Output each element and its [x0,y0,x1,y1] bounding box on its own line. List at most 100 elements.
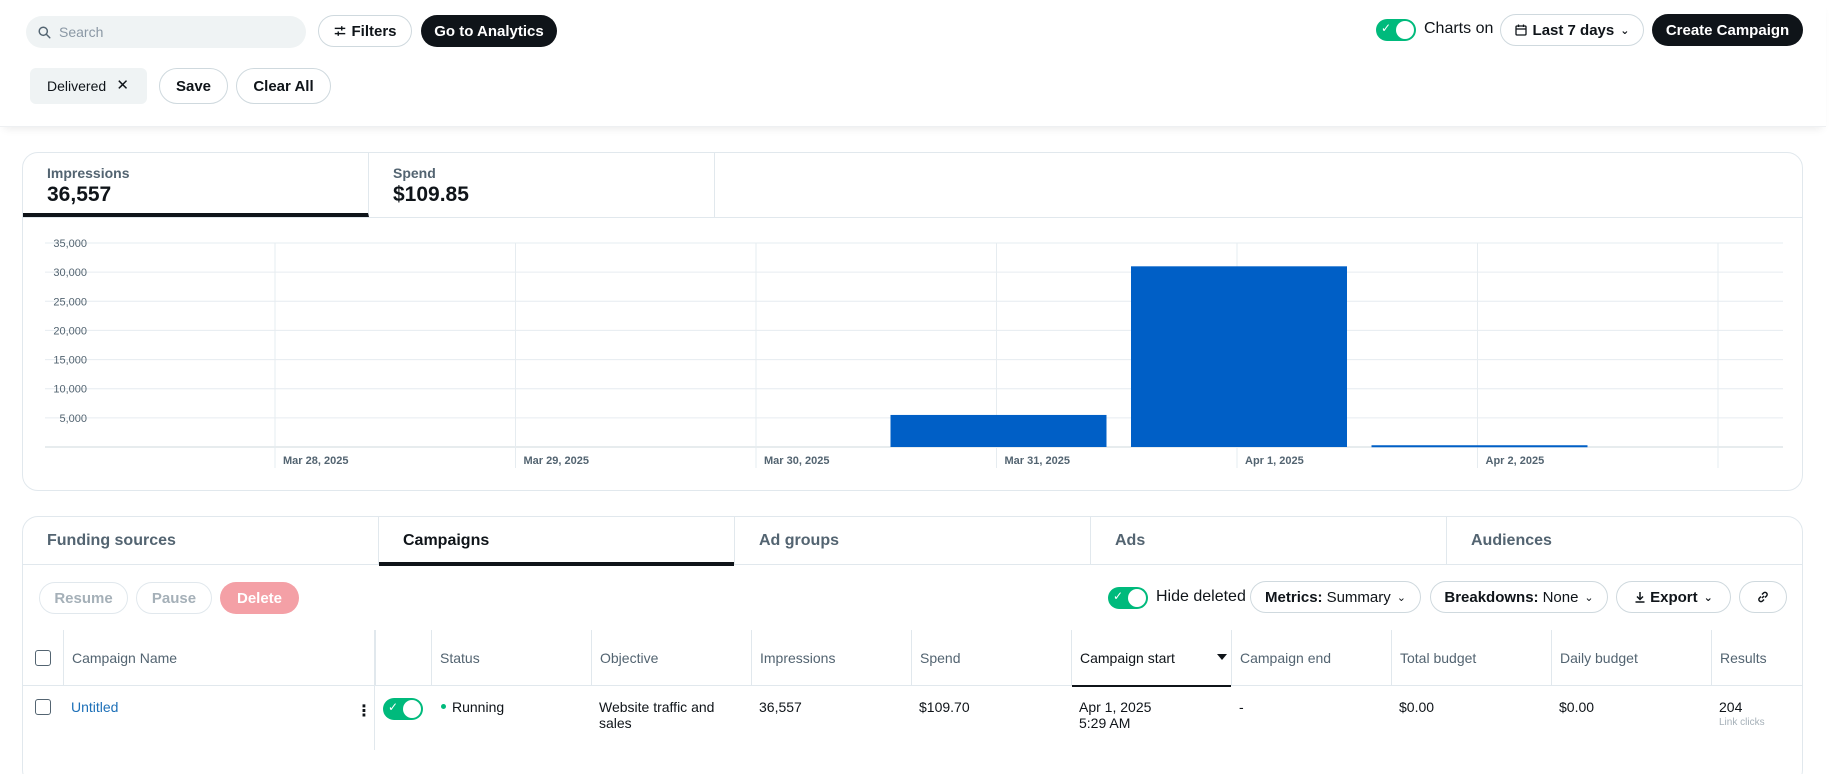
select-all-checkbox[interactable] [35,650,51,666]
row-checkbox[interactable] [35,699,51,715]
chevron-down-icon: ⌄ [1620,24,1630,37]
search-icon [38,25,51,39]
clear-all-button[interactable]: Clear All [236,68,331,104]
column-header-campaign-name[interactable]: Campaign Name [63,630,375,686]
y-tick-label: 25,000 [53,296,87,308]
status-cell: Running [433,687,504,715]
data-bar [1131,266,1347,447]
breakdowns-key: Breakdowns: [1444,588,1539,606]
objective-cell: Website traffic and sales [591,687,714,731]
column-header-daily-budget[interactable]: Daily budget [1551,630,1711,686]
column-header-campaign-start[interactable]: Campaign start [1071,630,1231,687]
date-range-label: Last 7 days [1532,21,1615,39]
hide-deleted-toggle[interactable]: ✓ [1108,587,1148,609]
breakdowns-value: None [1542,588,1579,606]
results-sublabel: Link clicks [1719,717,1765,728]
total-budget-cell: $0.00 [1399,699,1435,715]
objective-line: Website traffic and [599,699,715,715]
column-header-objective[interactable]: Objective [591,630,751,686]
resume-button[interactable]: Resume [39,582,128,614]
entity-tabs: Funding sources Campaigns Ad groups Ads … [23,517,1802,566]
column-header-spend[interactable]: Spend [911,630,1071,686]
column-header-label: Campaign start [1080,650,1175,666]
metrics-key: Metrics: [1265,588,1323,606]
column-header-campaign-end[interactable]: Campaign end [1231,630,1391,686]
table-header: Campaign Name Status Objective Impressio… [23,630,1802,687]
data-bar [1371,445,1588,448]
delete-button[interactable]: Delete [220,582,299,614]
chevron-down-icon: ⌄ [1396,591,1406,604]
x-tick-label: Mar 28, 2025 [283,455,348,467]
go-to-analytics-button[interactable]: Go to Analytics [421,15,557,47]
search-box[interactable] [26,16,306,48]
date-range-button[interactable]: Last 7 days ⌄ [1500,14,1644,46]
metrics-chart-card: Impressions 36,557 Spend $109.85 5,000 10… [22,152,1803,491]
breakdowns-dropdown[interactable]: Breakdowns: None ⌄ [1430,581,1608,613]
campaign-active-toggle[interactable]: ✓ [383,698,423,720]
y-tick-label: 15,000 [53,355,87,367]
top-toolbar: Filters Go to Analytics ✓ Charts on Last… [0,0,1826,127]
hide-deleted-label: Hide deleted [1156,588,1246,605]
copy-link-button[interactable] [1739,581,1787,613]
status-dot-icon [441,704,446,709]
chevron-down-icon: ⌄ [1584,591,1594,604]
results-value: 204 [1719,699,1743,715]
tab-audiences[interactable]: Audiences [1447,517,1802,565]
campaigns-table-card: Funding sources Campaigns Ad groups Ads … [22,516,1803,774]
export-label: Export [1650,588,1698,606]
data-bar [890,414,1107,447]
export-dropdown[interactable]: Export ⌄ [1616,581,1731,613]
toggle-knob [1128,589,1146,607]
y-tick-label: 35,000 [53,238,87,250]
objective-line: sales [599,715,632,731]
filters-label: Filters [351,22,397,40]
x-tick-label: Apr 2, 2025 [1486,455,1545,467]
filter-chip-label: Delivered [47,78,107,94]
tab-ads[interactable]: Ads [1091,517,1447,565]
x-tick-label: Apr 1, 2025 [1245,455,1304,467]
start-date: Apr 1, 2025 [1079,699,1152,715]
tab-campaigns[interactable]: Campaigns [379,517,735,566]
start-time: 5:29 AM [1079,715,1131,731]
column-header-impressions[interactable]: Impressions [751,630,911,686]
toggle-knob [403,700,421,718]
y-tick-label: 30,000 [53,267,87,279]
download-icon [1635,592,1645,603]
daily-budget-cell: $0.00 [1559,699,1595,715]
table-row: Untitled Running Website traffic and sal… [23,687,1802,747]
column-header-total-budget[interactable]: Total budget [1391,630,1551,686]
campaign-start-cell: Apr 1, 2025 5:29 AM [1071,687,1151,731]
campaign-name-link[interactable]: Untitled [63,687,118,715]
x-tick-label: Mar 29, 2025 [524,455,589,467]
toggle-knob [1396,21,1414,39]
y-tick-label: 5,000 [59,413,87,425]
pause-button[interactable]: Pause [136,582,212,614]
impressions-bar-chart: 5,000 10,000 15,000 20,000 25,000 30,000 35,00… [45,238,1783,468]
filter-chip-delivered: Delivered ✕ [30,68,147,104]
column-header-results[interactable]: Results [1711,630,1802,686]
save-button[interactable]: Save [159,68,228,104]
tab-ad-groups[interactable]: Ad groups [735,517,1091,565]
metrics-dropdown[interactable]: Metrics: Summary ⌄ [1250,581,1421,613]
charts-label: Charts on [1424,20,1494,37]
results-cell: 204 Link clicks [1711,687,1765,731]
impressions-cell: 36,557 [759,699,802,715]
calendar-icon [1514,24,1527,36]
x-tick-label: Mar 30, 2025 [764,455,829,467]
filters-button[interactable]: Filters [318,15,412,47]
more-options-icon[interactable]: ⋮ [356,701,372,721]
search-input[interactable] [59,24,279,40]
charts-toggle[interactable]: ✓ [1376,19,1416,41]
link-icon [1758,591,1768,603]
y-tick-label: 20,000 [53,325,87,337]
close-icon[interactable]: ✕ [116,76,129,94]
column-header-toggle [375,630,431,686]
metrics-value: Summary [1326,588,1391,606]
sliders-icon [335,26,346,36]
check-icon: ✓ [1113,589,1124,603]
tab-funding-sources[interactable]: Funding sources [23,517,379,565]
sort-descending-icon [1217,654,1227,660]
chevron-down-icon: ⌄ [1703,591,1713,604]
column-header-status[interactable]: Status [431,630,591,686]
create-campaign-button[interactable]: Create Campaign [1652,14,1803,46]
